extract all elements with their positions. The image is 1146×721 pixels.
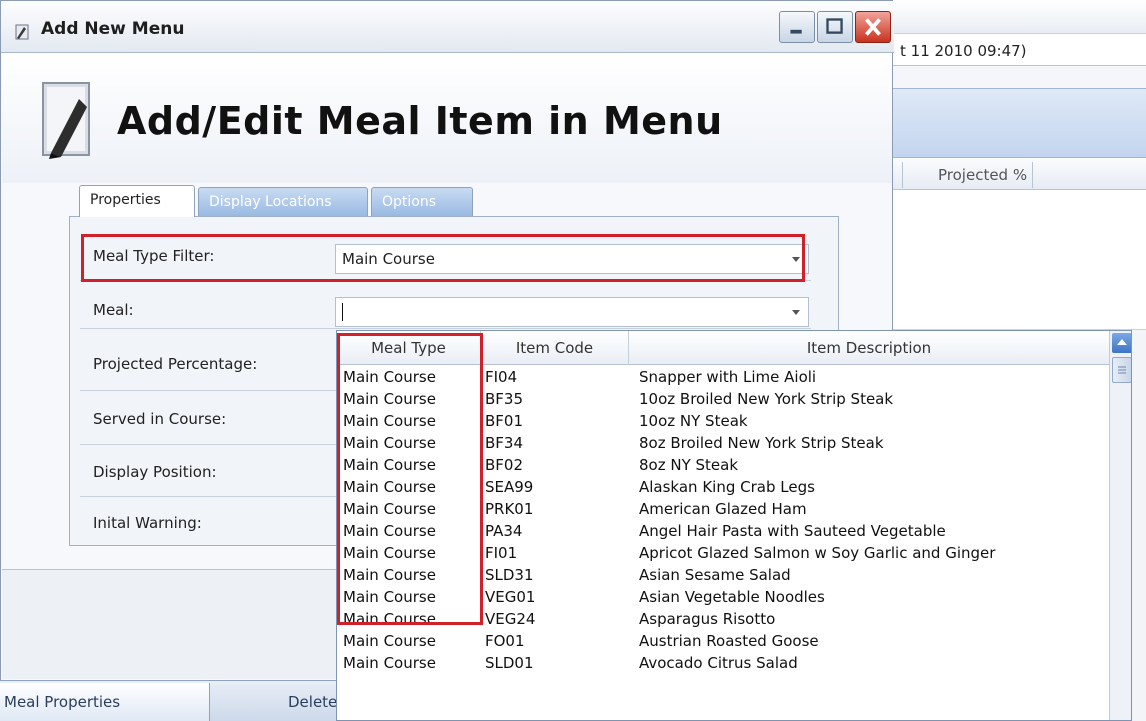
item-description-cell: 10oz Broiled New York Strip Steak [639, 390, 894, 408]
item-code-column-header[interactable]: Item Code [481, 331, 629, 365]
close-icon [865, 18, 881, 36]
tab-options[interactable]: Options [371, 187, 473, 217]
item-code-cell: SEA99 [485, 478, 534, 496]
display-position-label: Display Position: [93, 463, 217, 481]
item-description-cell: Angel Hair Pasta with Sauteed Vegetable [639, 522, 946, 540]
highlight-box [81, 234, 805, 282]
meal-type-cell: Main Course [343, 632, 436, 650]
meal-dropdown-list[interactable]: Meal Type Item Code Item Description Mai… [336, 330, 1132, 721]
item-description-cell: 8oz Broiled New York Strip Steak [639, 434, 884, 452]
pen-document-icon [15, 24, 29, 40]
minimize-button[interactable] [779, 11, 815, 43]
projected-percentage-label: Projected Percentage: [93, 355, 258, 373]
item-description-cell: Alaskan King Crab Legs [639, 478, 815, 496]
minimize-icon [790, 29, 802, 34]
item-code-cell: BF01 [485, 412, 524, 430]
item-code-cell: PA34 [485, 522, 523, 540]
item-description-cell: 10oz NY Steak [639, 412, 748, 430]
scroll-thumb[interactable] [1112, 357, 1131, 383]
item-code-cell: SLD01 [485, 654, 534, 672]
item-code-cell: VEG01 [485, 588, 536, 606]
item-code-cell: SLD31 [485, 566, 534, 584]
item-code-cell: FI01 [485, 544, 518, 562]
chevron-down-icon[interactable] [792, 310, 800, 315]
item-description-column-header[interactable]: Item Description [629, 331, 1109, 365]
vertical-scrollbar[interactable] [1109, 331, 1131, 720]
background-timestamp: t 11 2010 09:47) [900, 42, 1027, 60]
item-description-cell: Asparagus Risotto [639, 610, 776, 628]
tab-properties[interactable]: Properties [79, 185, 195, 217]
item-code-cell: BF34 [485, 434, 524, 452]
page-title: Add/Edit Meal Item in Menu [117, 99, 723, 143]
highlight-box [337, 333, 483, 625]
background-grid-body [890, 190, 1146, 330]
chevron-up-icon [1117, 339, 1127, 345]
item-description-cell: Snapper with Lime Aioli [639, 368, 817, 386]
item-description-cell: Austrian Roasted Goose [639, 632, 819, 650]
item-code-cell: BF35 [485, 390, 524, 408]
item-description-cell: 8oz NY Steak [639, 456, 739, 474]
projected-percent-column-header[interactable]: Projected % [938, 166, 1027, 184]
item-description-cell: Avocado Citrus Salad [639, 654, 798, 672]
table-row[interactable]: Main Course SLD01 Avocado Citrus Salad [337, 653, 1109, 675]
meal-type-cell: Main Course [343, 654, 436, 672]
item-description-cell: Asian Vegetable Noodles [639, 588, 825, 606]
item-description-cell: American Glazed Ham [639, 500, 807, 518]
item-description-cell: Apricot Glazed Salmon w Soy Garlic and G… [639, 544, 996, 562]
item-code-cell: BF02 [485, 456, 524, 474]
meal-combobox[interactable] [335, 297, 809, 327]
window-title: Add New Menu [41, 19, 185, 39]
item-code-cell: FI04 [485, 368, 518, 386]
background-header-band [890, 88, 1146, 158]
column-separator [902, 162, 903, 188]
maximize-button[interactable] [817, 11, 853, 43]
background-toolbar [890, 0, 1146, 34]
item-code-cell: FO01 [485, 632, 525, 650]
maximize-icon [826, 18, 843, 34]
grip-icon [1118, 366, 1126, 374]
title-bar[interactable]: Add New Menu [1, 1, 894, 53]
column-separator [1032, 162, 1033, 188]
item-code-cell: PRK01 [485, 500, 534, 518]
served-in-course-label: Served in Course: [93, 410, 227, 428]
meal-label: Meal: [93, 301, 134, 319]
initial-warning-label: Inital Warning: [93, 514, 202, 532]
table-row[interactable]: Main Course FO01 Austrian Roasted Goose [337, 631, 1109, 653]
item-code-cell: VEG24 [485, 610, 536, 628]
text-caret [342, 303, 343, 321]
item-description-cell: Asian Sesame Salad [639, 566, 791, 584]
pen-document-icon [42, 82, 90, 159]
delete-button[interactable]: Delete [288, 693, 337, 711]
tab-display-locations[interactable]: Display Locations [198, 187, 368, 217]
close-button[interactable] [855, 11, 891, 43]
tab-meal-properties-label: Meal Properties [4, 693, 121, 711]
scroll-up-button[interactable] [1112, 333, 1131, 353]
